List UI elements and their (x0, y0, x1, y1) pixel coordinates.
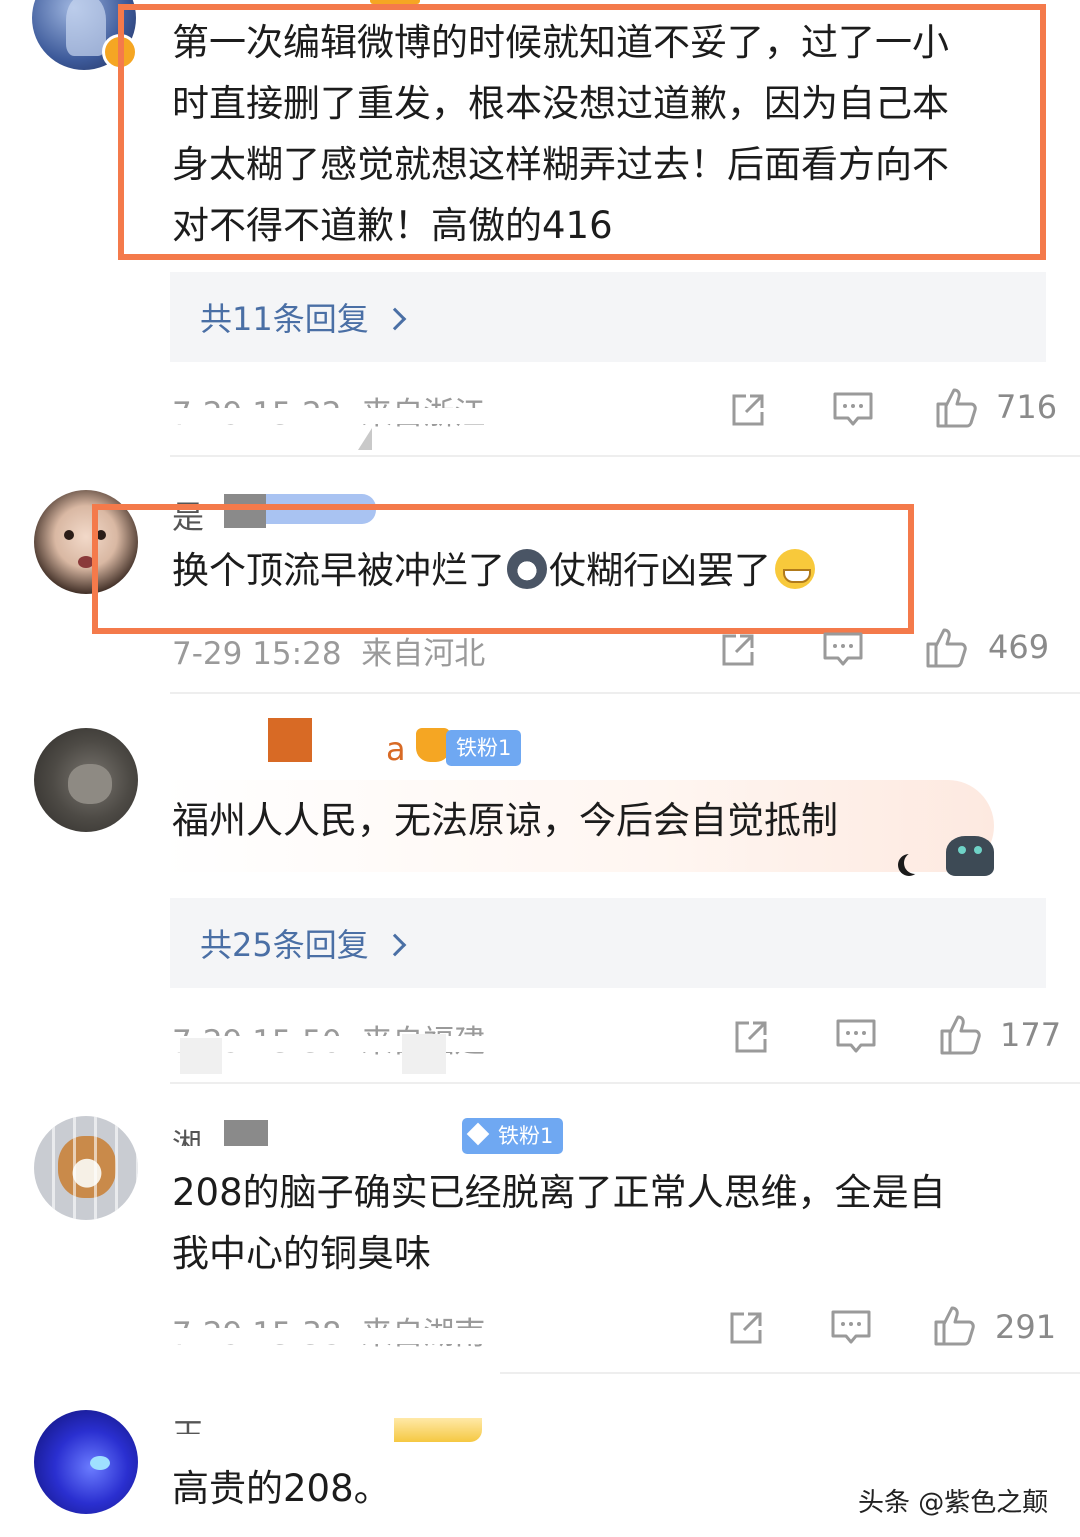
moon-icon (904, 852, 926, 874)
highlight-box (92, 504, 914, 634)
crown-icon (416, 728, 450, 762)
like-count: 469 (988, 628, 1050, 666)
location: 来自河北 (361, 636, 486, 672)
divider (170, 692, 1080, 694)
like-count: 716 (996, 388, 1058, 426)
username[interactable]: a (386, 730, 406, 768)
share-icon[interactable] (728, 390, 768, 430)
comment-icon[interactable] (835, 1017, 877, 1057)
chevron-right-icon (383, 933, 407, 957)
like-icon[interactable] (934, 386, 980, 430)
timestamp: 7-29 15:28 (172, 636, 342, 672)
like-icon[interactable] (932, 1304, 978, 1348)
name-mask (394, 1418, 482, 1442)
share-icon[interactable] (731, 1017, 771, 1057)
comment-icon[interactable] (832, 390, 874, 430)
comment-text: 福州人人民，无法原谅，今后会自觉抵制 (172, 799, 838, 842)
watermark: 头条 @紫色之颠 (858, 1488, 1049, 1518)
like-count: 291 (995, 1308, 1057, 1346)
divider (170, 1082, 1080, 1084)
like-icon[interactable] (938, 1013, 984, 1057)
avatar[interactable] (34, 1410, 138, 1514)
cat-sticker-icon (940, 826, 1000, 876)
replies-label: 共11条回复 (200, 300, 369, 338)
divider (170, 455, 1080, 457)
comment-text: 208的脑子确实已经脱离了正常人思维，全是自 我中心的铜臭味 (172, 1171, 946, 1275)
replies-label: 共25条回复 (200, 926, 369, 964)
replies-button[interactable]: 共11条回复 (170, 272, 1046, 362)
fan-badge: 铁粉1 (446, 730, 522, 766)
comment-meta: 7-29 15:28 来自河北 (172, 628, 485, 673)
like-icon[interactable] (924, 626, 970, 670)
chevron-right-icon (383, 307, 407, 331)
highlight-box (118, 4, 1046, 260)
comment-text: 高贵的208。 (172, 1467, 391, 1510)
share-icon[interactable] (718, 630, 758, 670)
share-icon[interactable] (726, 1308, 766, 1348)
like-count: 177 (1000, 1016, 1062, 1054)
comment-icon[interactable] (830, 1308, 872, 1348)
comment-icon[interactable] (822, 630, 864, 670)
name-mask (268, 718, 312, 762)
replies-button[interactable]: 共25条回复 (170, 898, 1046, 988)
avatar[interactable] (34, 728, 138, 832)
avatar[interactable] (34, 1116, 138, 1220)
